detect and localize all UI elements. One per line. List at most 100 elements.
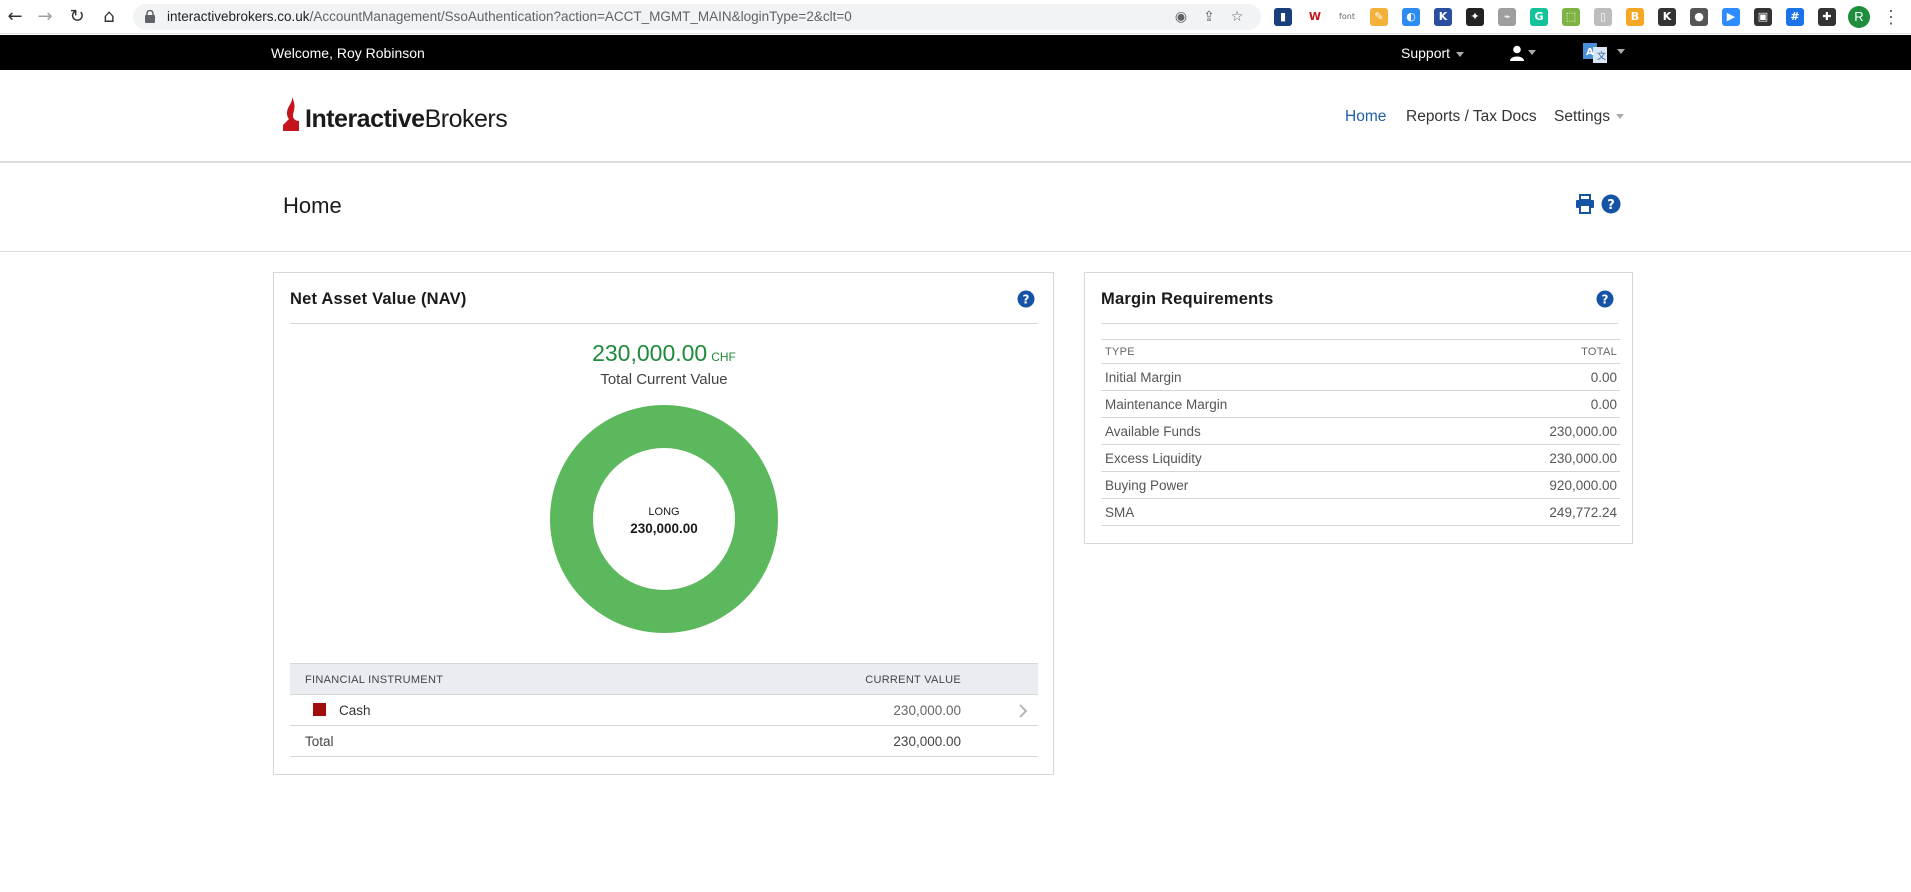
row-total: 0.00: [1590, 370, 1617, 385]
row-type: Buying Power: [1105, 478, 1189, 493]
ext-circle-icon[interactable]: ◐: [1402, 8, 1420, 26]
total-value-label: Total Current Value: [600, 371, 728, 388]
row-type: Excess Liquidity: [1105, 451, 1202, 466]
row-total: 249,772.24: [1549, 505, 1617, 520]
total-nav-value: 230,000.00 CHF: [274, 340, 1054, 367]
profile-avatar[interactable]: R: [1848, 6, 1870, 28]
user-menu[interactable]: [1510, 44, 1540, 62]
ext-b-icon[interactable]: B: [1626, 8, 1644, 26]
ext-grid-icon[interactable]: #: [1786, 8, 1804, 26]
header-total: TOTAL: [1581, 346, 1617, 358]
ext-video-icon[interactable]: ▶: [1722, 8, 1740, 26]
logo-text: InteractiveBrokers: [305, 105, 508, 134]
logo-text-regular: Brokers: [424, 105, 508, 133]
ext-pip-icon[interactable]: ▣: [1754, 8, 1772, 26]
welcome-text: Welcome, Roy Robinson: [271, 45, 425, 61]
svg-text:文: 文: [1597, 50, 1606, 62]
margin-panel-title: Margin Requirements: [1101, 290, 1274, 308]
nav-home[interactable]: Home: [1345, 108, 1386, 126]
total-label: Total: [305, 734, 334, 749]
table-row[interactable]: Cash 230,000.00: [290, 695, 1038, 726]
table-row: Excess Liquidity 230,000.00: [1101, 445, 1620, 472]
ext-puzzle-2-icon[interactable]: ⬚: [1562, 8, 1580, 26]
header-type: TYPE: [1105, 346, 1135, 358]
ext-puzzle-icon[interactable]: ✚: [1818, 8, 1836, 26]
row-type: Initial Margin: [1105, 370, 1182, 385]
chevron-right-icon[interactable]: [1018, 704, 1028, 718]
svg-text:?: ?: [1607, 198, 1615, 213]
instrument-name: Cash: [339, 703, 371, 718]
table-row: Maintenance Margin 0.00: [1101, 391, 1620, 418]
svg-text:?: ?: [1023, 293, 1030, 307]
row-type: Available Funds: [1105, 424, 1201, 439]
ext-grammarly-icon[interactable]: G: [1530, 8, 1548, 26]
nav-reports-tax-docs[interactable]: Reports / Tax Docs: [1406, 108, 1537, 126]
chevron-down-icon: [1617, 49, 1625, 54]
total-row: Total 230,000.00: [290, 726, 1038, 757]
nav-settings-label: Settings: [1554, 108, 1611, 125]
star-icon[interactable]: ☆: [1229, 9, 1245, 25]
margin-table: TYPE TOTAL Initial Margin 0.00 Maintenan…: [1101, 339, 1620, 526]
forward-icon[interactable]: →: [34, 6, 56, 28]
nav-panel: Net Asset Value (NAV) ? 230,000.00 CHF To…: [273, 272, 1054, 775]
svg-text:A: A: [1586, 47, 1594, 58]
row-total: 230,000.00: [1549, 451, 1617, 466]
header-financial-instrument[interactable]: FINANCIAL INSTRUMENT: [305, 674, 443, 686]
table-header: TYPE TOTAL: [1101, 339, 1620, 364]
ext-k-icon[interactable]: K: [1434, 8, 1452, 26]
print-icon[interactable]: [1575, 194, 1595, 214]
ext-k2-icon[interactable]: K: [1658, 8, 1676, 26]
header-current-value[interactable]: CURRENT VALUE: [865, 674, 961, 686]
help-icon[interactable]: ?: [1017, 290, 1035, 308]
table-header: FINANCIAL INSTRUMENT CURRENT VALUE: [290, 663, 1038, 695]
support-menu[interactable]: Support: [1401, 45, 1465, 61]
translate-icon: A 文: [1583, 43, 1607, 63]
ext-pdf-icon[interactable]: ⌁: [1498, 8, 1516, 26]
user-icon: [1510, 45, 1524, 61]
row-type: Maintenance Margin: [1105, 397, 1228, 412]
ext-font-icon[interactable]: font: [1338, 8, 1356, 26]
chevron-down-icon: [1528, 50, 1536, 55]
currency-label: CHF: [711, 350, 736, 364]
browser-menu-icon[interactable]: ⋮: [1882, 6, 1900, 28]
logo-text-bold: Interactive: [305, 105, 425, 133]
ib-flame-icon: [283, 97, 299, 131]
page-title: Home: [283, 193, 342, 218]
ext-chart-icon[interactable]: ▮: [1274, 8, 1292, 26]
table-row: Available Funds 230,000.00: [1101, 418, 1620, 445]
reload-icon[interactable]: ↻: [66, 6, 88, 28]
address-bar[interactable]: interactivebrokers.co.uk/AccountManageme…: [133, 4, 1261, 30]
row-type: SMA: [1105, 505, 1135, 520]
home-icon[interactable]: ⌂: [98, 6, 120, 28]
ext-w-icon[interactable]: W: [1306, 8, 1324, 26]
nav-panel-title: Net Asset Value (NAV): [290, 290, 467, 308]
instrument-table: FINANCIAL INSTRUMENT CURRENT VALUE Cash …: [290, 663, 1038, 757]
cash-color-swatch: [313, 703, 326, 716]
donut-value-label: 230,000.00: [630, 521, 698, 536]
lock-icon: [145, 10, 155, 23]
svg-text:?: ?: [1602, 293, 1609, 307]
chevron-down-icon: [1456, 51, 1465, 57]
help-icon[interactable]: ?: [1601, 194, 1621, 214]
ext-ninja-icon[interactable]: ✦: [1466, 8, 1484, 26]
language-menu[interactable]: A 文: [1583, 43, 1625, 63]
table-row: SMA 249,772.24: [1101, 499, 1620, 526]
ext-people-icon[interactable]: ●: [1690, 8, 1708, 26]
divider: [1101, 323, 1618, 324]
support-label: Support: [1401, 45, 1451, 61]
share-icon[interactable]: ⇪: [1201, 9, 1217, 25]
donut-category-label: LONG: [648, 506, 680, 518]
ext-doc-icon[interactable]: ▯: [1594, 8, 1612, 26]
back-icon[interactable]: ←: [4, 6, 26, 28]
divider: [290, 323, 1038, 324]
donut-slice-long[interactable]: [550, 405, 778, 633]
site-header: InteractiveBrokers Home Reports / Tax Do…: [0, 70, 1911, 163]
table-row: Initial Margin 0.00: [1101, 364, 1620, 391]
help-icon[interactable]: ?: [1596, 290, 1614, 308]
browser-toolbar: ← → ↻ ⌂ interactivebrokers.co.uk/Account…: [0, 0, 1911, 34]
eye-off-icon[interactable]: ◉: [1173, 9, 1189, 25]
total-value: 230,000.00: [893, 734, 961, 749]
ext-paint-icon[interactable]: ✎: [1370, 8, 1388, 26]
nav-settings[interactable]: Settings: [1554, 108, 1625, 126]
chevron-down-icon: [1616, 114, 1625, 120]
